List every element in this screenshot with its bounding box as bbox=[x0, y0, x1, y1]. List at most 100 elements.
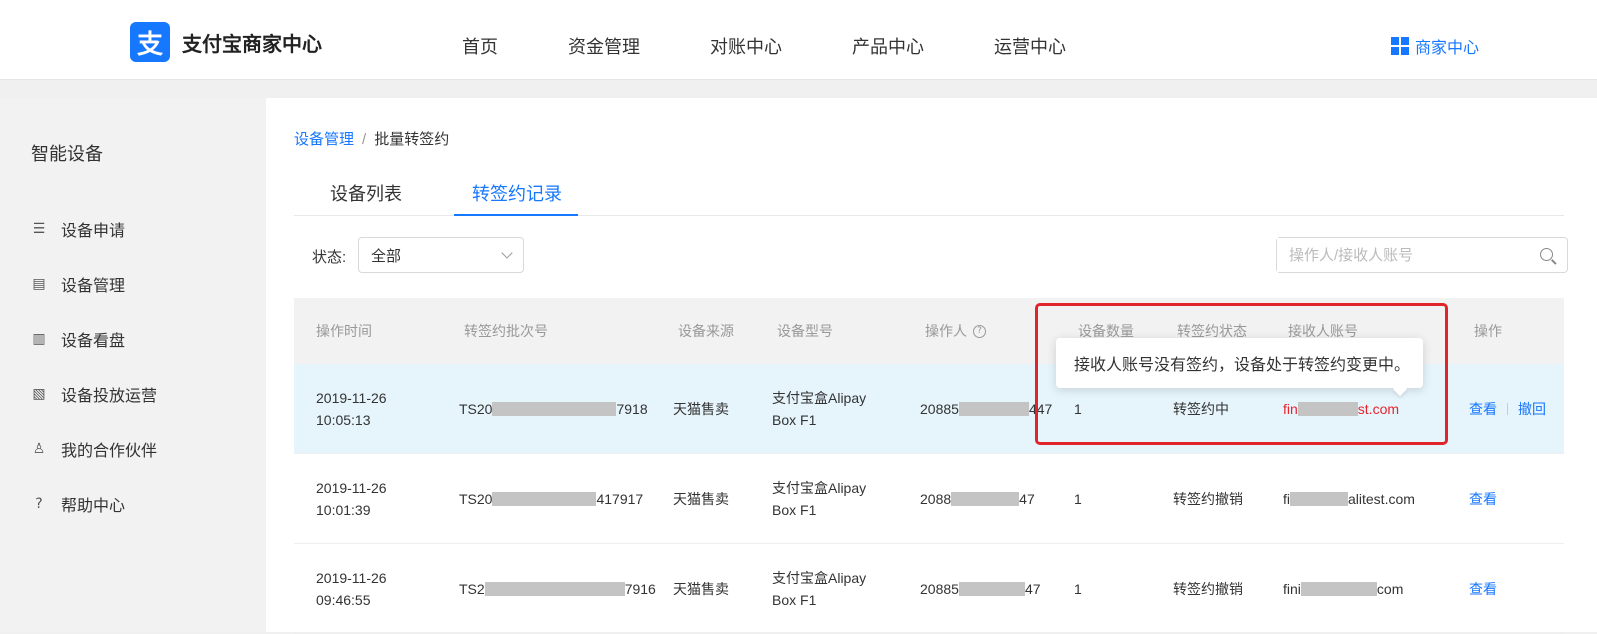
breadcrumb-current: 批量转签约 bbox=[374, 131, 450, 148]
operator-suffix: 47 bbox=[1019, 490, 1035, 507]
doc-search-icon: ▧ bbox=[32, 386, 46, 402]
batch-suffix: 417917 bbox=[596, 490, 644, 507]
batch-prefix: TS20 bbox=[459, 490, 493, 507]
question-circle-icon[interactable]: ? bbox=[973, 324, 986, 338]
active-tab-indicator bbox=[454, 214, 578, 216]
sidebar-item-label: 设备投放运营 bbox=[61, 388, 158, 405]
logo-text: 支付宝商家中心 bbox=[182, 33, 322, 56]
nav-item-funds[interactable]: 资金管理 bbox=[568, 33, 640, 59]
redaction-mask bbox=[951, 491, 1020, 506]
search-box bbox=[1276, 237, 1568, 273]
nav-item-reconcile[interactable]: 对账中心 bbox=[710, 33, 782, 59]
col-operator-label: 操作人 bbox=[925, 323, 967, 339]
redaction-mask bbox=[958, 581, 1025, 596]
sidebar-item-apply[interactable]: ☰ 设备申请 bbox=[31, 217, 125, 241]
sidebar-item-manage[interactable]: ▤ 设备管理 bbox=[31, 272, 125, 296]
time-clock: 10:01:39 bbox=[316, 501, 371, 518]
col-batch: 转签约批次号 bbox=[464, 323, 548, 339]
tab-bar: 设备列表 转签约记录 bbox=[294, 170, 1564, 216]
cell-receiver: fini com bbox=[1283, 544, 1403, 633]
search-input[interactable] bbox=[1277, 238, 1517, 272]
cell-source: 天猫售卖 bbox=[673, 400, 729, 417]
highlight-frame bbox=[1035, 303, 1448, 445]
alipay-logo-icon: 支 bbox=[130, 22, 170, 62]
list-icon: ☰ bbox=[32, 221, 46, 237]
col-actions: 操作 bbox=[1474, 323, 1502, 339]
time-date: 2019-11-26 bbox=[316, 389, 387, 406]
batch-suffix: 7916 bbox=[624, 580, 656, 597]
tab-transfer-records[interactable]: 转签约记录 bbox=[472, 180, 562, 206]
cell-status: 转签约撤销 bbox=[1173, 580, 1243, 597]
sidebar-item-dashboard[interactable]: ▥ 设备看盘 bbox=[31, 327, 125, 351]
col-model: 设备型号 bbox=[777, 323, 833, 339]
view-button[interactable]: 查看 bbox=[1469, 488, 1497, 510]
receiver-suffix: com bbox=[1376, 580, 1404, 597]
search-icon[interactable] bbox=[1540, 248, 1553, 261]
operator-suffix: 47 bbox=[1024, 580, 1041, 597]
tab-device-list[interactable]: 设备列表 bbox=[330, 180, 402, 206]
cell-model: 支付宝盒Alipay Box F1 bbox=[772, 454, 866, 543]
breadcrumb: 设备管理 / 批量转签约 bbox=[294, 128, 449, 149]
batch-prefix: TS2 bbox=[459, 580, 485, 597]
cell-source: 天猫售卖 bbox=[673, 580, 729, 597]
nav-item-operations[interactable]: 运营中心 bbox=[994, 33, 1066, 59]
view-button[interactable]: 查看 bbox=[1469, 578, 1497, 600]
cell-actions: 查看 撤回 bbox=[1469, 364, 1546, 453]
action-divider bbox=[1507, 402, 1508, 415]
status-select[interactable]: 全部 bbox=[358, 237, 524, 273]
merchant-center-label: 商家中心 bbox=[1414, 40, 1479, 57]
model-line1: 支付宝盒Alipay bbox=[772, 569, 867, 586]
cell-time: 2019-11-26 10:01:39 bbox=[316, 454, 387, 543]
logo[interactable]: 支 支付宝商家中心 bbox=[130, 22, 322, 62]
sidebar-item-partners[interactable]: ♙ 我的合作伙伴 bbox=[31, 437, 157, 461]
cell-actions: 查看 bbox=[1469, 454, 1497, 543]
top-header: 支 支付宝商家中心 首页 资金管理 对账中心 产品中心 运营中心 商家中心 bbox=[0, 0, 1597, 80]
cell-batch: TS20 7918 bbox=[459, 364, 648, 453]
cell-batch: TS2 7916 bbox=[459, 544, 656, 633]
nav-item-products[interactable]: 产品中心 bbox=[852, 33, 924, 59]
redaction-mask bbox=[1300, 581, 1377, 596]
cell-operator: 20885 47 bbox=[920, 544, 1041, 633]
view-button[interactable]: 查看 bbox=[1469, 398, 1497, 420]
chevron-down-icon bbox=[501, 247, 513, 259]
device-doc-icon: ▤ bbox=[32, 276, 46, 292]
receiver-prefix: fi bbox=[1283, 490, 1290, 507]
sidebar-item-deploy[interactable]: ▧ 设备投放运营 bbox=[31, 382, 157, 406]
cell-operator: 20885 447 bbox=[920, 364, 1052, 453]
cell-batch: TS20 417917 bbox=[459, 454, 643, 543]
nav-item-home[interactable]: 首页 bbox=[462, 33, 498, 59]
cell-model: 支付宝盒Alipay Box F1 bbox=[772, 364, 866, 453]
time-date: 2019-11-26 bbox=[316, 479, 387, 496]
cell-model: 支付宝盒Alipay Box F1 bbox=[772, 544, 866, 633]
time-date: 2019-11-26 bbox=[316, 569, 387, 586]
sidebar-item-label: 我的合作伙伴 bbox=[61, 443, 158, 460]
col-time: 操作时间 bbox=[316, 323, 372, 339]
cell-operator: 2088 47 bbox=[920, 454, 1035, 543]
cell-status: 转签约撤销 bbox=[1173, 490, 1243, 507]
cell-time: 2019-11-26 09:46:55 bbox=[316, 544, 387, 633]
breadcrumb-parent[interactable]: 设备管理 bbox=[294, 131, 354, 148]
model-line1: 支付宝盒Alipay bbox=[772, 389, 867, 406]
operator-prefix: 2088 bbox=[920, 490, 952, 507]
cell-count: 1 bbox=[1074, 490, 1082, 507]
help-icon: ? bbox=[35, 496, 43, 512]
sidebar-item-label: 设备看盘 bbox=[61, 333, 126, 350]
cell-receiver: fi alitest.com bbox=[1283, 454, 1415, 543]
bar-chart-icon: ▥ bbox=[32, 331, 46, 347]
sidebar-item-help[interactable]: ? 帮助中心 bbox=[31, 492, 125, 516]
time-clock: 09:46:55 bbox=[316, 591, 371, 608]
partner-icon: ♙ bbox=[32, 441, 46, 457]
cell-count: 1 bbox=[1074, 580, 1082, 597]
status-select-value: 全部 bbox=[371, 247, 402, 265]
col-operator: 操作人 ? bbox=[925, 298, 986, 364]
time-clock: 10:05:13 bbox=[316, 411, 371, 428]
redaction-mask bbox=[958, 401, 1029, 416]
status-filter-label: 状态: bbox=[312, 249, 347, 266]
receiver-suffix: alitest.com bbox=[1348, 490, 1415, 507]
col-source: 设备来源 bbox=[678, 323, 734, 339]
redaction-mask bbox=[1290, 491, 1348, 506]
withdraw-button[interactable]: 撤回 bbox=[1518, 398, 1546, 420]
merchant-center-link[interactable]: 商家中心 bbox=[1390, 34, 1479, 58]
batch-suffix: 7918 bbox=[616, 400, 648, 417]
cell-actions: 查看 bbox=[1469, 544, 1497, 633]
